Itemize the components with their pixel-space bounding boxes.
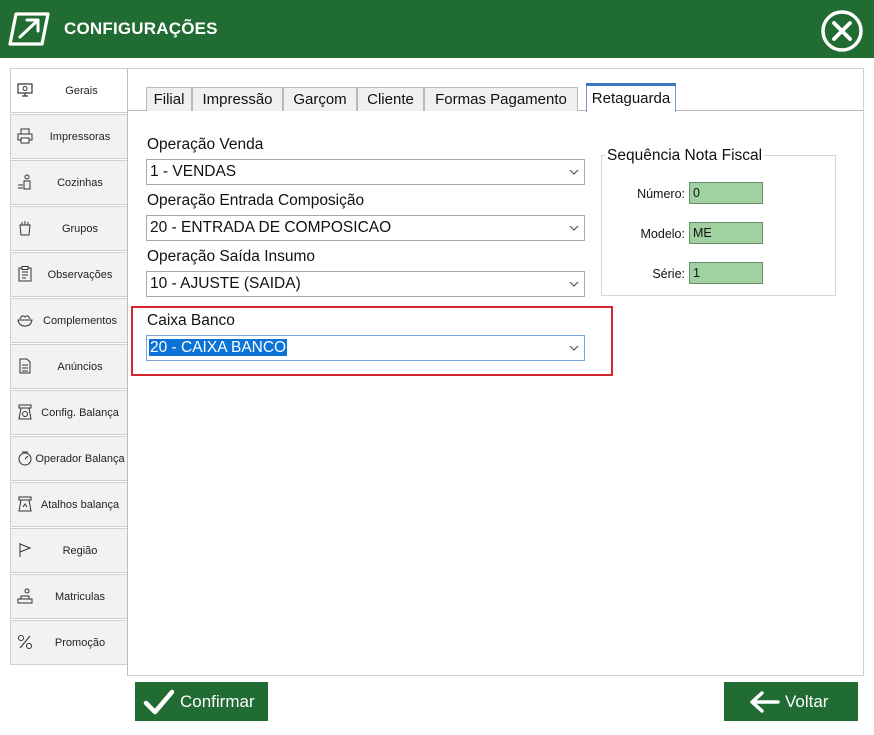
arrow-left-icon — [750, 691, 780, 713]
bowl-icon — [17, 315, 33, 327]
operacao-entrada-select[interactable]: 20 - ENTRADA DE COMPOSICAO — [146, 215, 585, 241]
operacao-saida-select[interactable]: 10 - AJUSTE (SAIDA) — [146, 271, 585, 297]
operacao-venda-select[interactable]: 1 - VENDAS — [146, 159, 585, 185]
scale-settings-icon — [18, 404, 32, 420]
flag-icon — [19, 543, 32, 557]
caixa-banco-label: Caixa Banco — [147, 312, 235, 329]
numero-label: Número: — [637, 187, 685, 201]
tab-impressao[interactable]: Impressão — [192, 87, 283, 111]
tab-formas-pagamento[interactable]: Formas Pagamento — [424, 87, 578, 111]
sidebar: Gerais Impressoras Cozinhas Grupos Obser… — [10, 68, 130, 668]
confirm-button[interactable]: Confirmar — [135, 682, 268, 721]
sidebar-item-label: Observações — [47, 269, 113, 281]
operacao-saida-label: Operação Saída Insumo — [147, 248, 316, 265]
operacao-entrada-label: Operação Entrada Composição — [147, 192, 365, 209]
sidebar-item-label: Impressoras — [49, 131, 111, 143]
sidebar-item-label: Complementos — [43, 315, 117, 327]
sidebar-item-label: Atalhos balança — [40, 499, 120, 511]
caixa-banco-select[interactable]: 20 - CAIXA BANCO — [146, 335, 585, 361]
operacao-entrada-value: 20 - ENTRADA DE COMPOSICAO — [150, 219, 392, 236]
title-bar: CONFIGURAÇÕES — [0, 0, 874, 58]
chevron-down-icon — [569, 225, 579, 231]
operacao-venda-label: Operação Venda — [147, 136, 264, 153]
sidebar-item-label: Config. Balança — [41, 407, 119, 419]
tab-garcom[interactable]: Garçom — [283, 87, 357, 111]
tab-retaguarda[interactable]: Retaguarda — [586, 83, 676, 112]
chevron-down-icon — [569, 169, 579, 175]
sidebar-item-label: Região — [62, 545, 98, 557]
checkmark-icon — [143, 689, 175, 715]
groups-icon — [19, 221, 31, 236]
sidebar-item-operador-balanca[interactable]: Operador Balança — [10, 436, 128, 481]
close-circle-icon[interactable] — [816, 8, 868, 54]
sidebar-item-label: Promoção — [54, 637, 106, 649]
scale-shortcut-icon — [18, 496, 32, 512]
scale-operator-icon — [18, 451, 32, 466]
sidebar-item-observacoes[interactable]: Observações — [10, 252, 128, 297]
configuracoes-window: CONFIGURAÇÕES Gerais Impressoras Cozinha… — [0, 0, 874, 735]
printer-icon — [17, 128, 33, 144]
sidebar-item-matriculas[interactable]: Matriculas — [10, 574, 128, 619]
operacao-saida-value: 10 - AJUSTE (SAIDA) — [150, 275, 301, 292]
sidebar-item-config-balanca[interactable]: Config. Balança — [10, 390, 128, 435]
numero-input[interactable]: 0 — [689, 182, 763, 204]
notes-icon — [18, 266, 32, 282]
sidebar-item-impressoras[interactable]: Impressoras — [10, 114, 128, 159]
kitchen-icon — [18, 174, 31, 190]
sequencia-nota-fiscal-title: Sequência Nota Fiscal — [605, 147, 765, 165]
confirm-button-label: Confirmar — [180, 692, 255, 711]
sidebar-item-regiao[interactable]: Região — [10, 528, 128, 573]
app-logo-icon — [8, 12, 50, 46]
sidebar-item-label: Matriculas — [54, 591, 106, 603]
sidebar-item-label: Anúncios — [57, 361, 103, 373]
back-button-label: Voltar — [785, 692, 829, 711]
back-button[interactable]: Voltar — [724, 682, 858, 721]
operacao-venda-value: 1 - VENDAS — [150, 163, 237, 180]
sidebar-item-promocao[interactable]: Promoção — [10, 620, 128, 665]
tab-strip: Filial Impressão Garçom Cliente Formas P… — [128, 83, 863, 112]
registrations-icon — [17, 588, 33, 604]
sidebar-item-label: Operador Balança — [35, 453, 125, 465]
sidebar-item-atalhos-balanca[interactable]: Atalhos balança — [10, 482, 128, 527]
sidebar-item-anuncios[interactable]: Anúncios — [10, 344, 128, 389]
chevron-down-icon — [569, 345, 579, 351]
caixa-banco-value: 20 - CAIXA BANCO — [149, 339, 288, 356]
chevron-down-icon — [569, 281, 579, 287]
modelo-input[interactable]: ME — [689, 222, 763, 244]
tab-cliente[interactable]: Cliente — [357, 87, 424, 111]
monitor-settings-icon — [17, 83, 33, 97]
document-icon — [19, 358, 31, 374]
serie-label: Série: — [652, 267, 685, 281]
modelo-label: Modelo: — [640, 227, 685, 241]
sidebar-item-label: Cozinhas — [57, 177, 103, 189]
promotion-icon — [18, 635, 32, 649]
sidebar-item-gerais[interactable]: Gerais — [10, 68, 130, 113]
tab-filial[interactable]: Filial — [146, 87, 192, 111]
sidebar-item-label: Grupos — [61, 223, 99, 235]
serie-input[interactable]: 1 — [689, 262, 763, 284]
window-title: CONFIGURAÇÕES — [64, 19, 218, 38]
sidebar-item-cozinhas[interactable]: Cozinhas — [10, 160, 128, 205]
sidebar-item-label: Gerais — [65, 85, 98, 97]
sidebar-item-grupos[interactable]: Grupos — [10, 206, 128, 251]
sidebar-item-complementos[interactable]: Complementos — [10, 298, 128, 343]
